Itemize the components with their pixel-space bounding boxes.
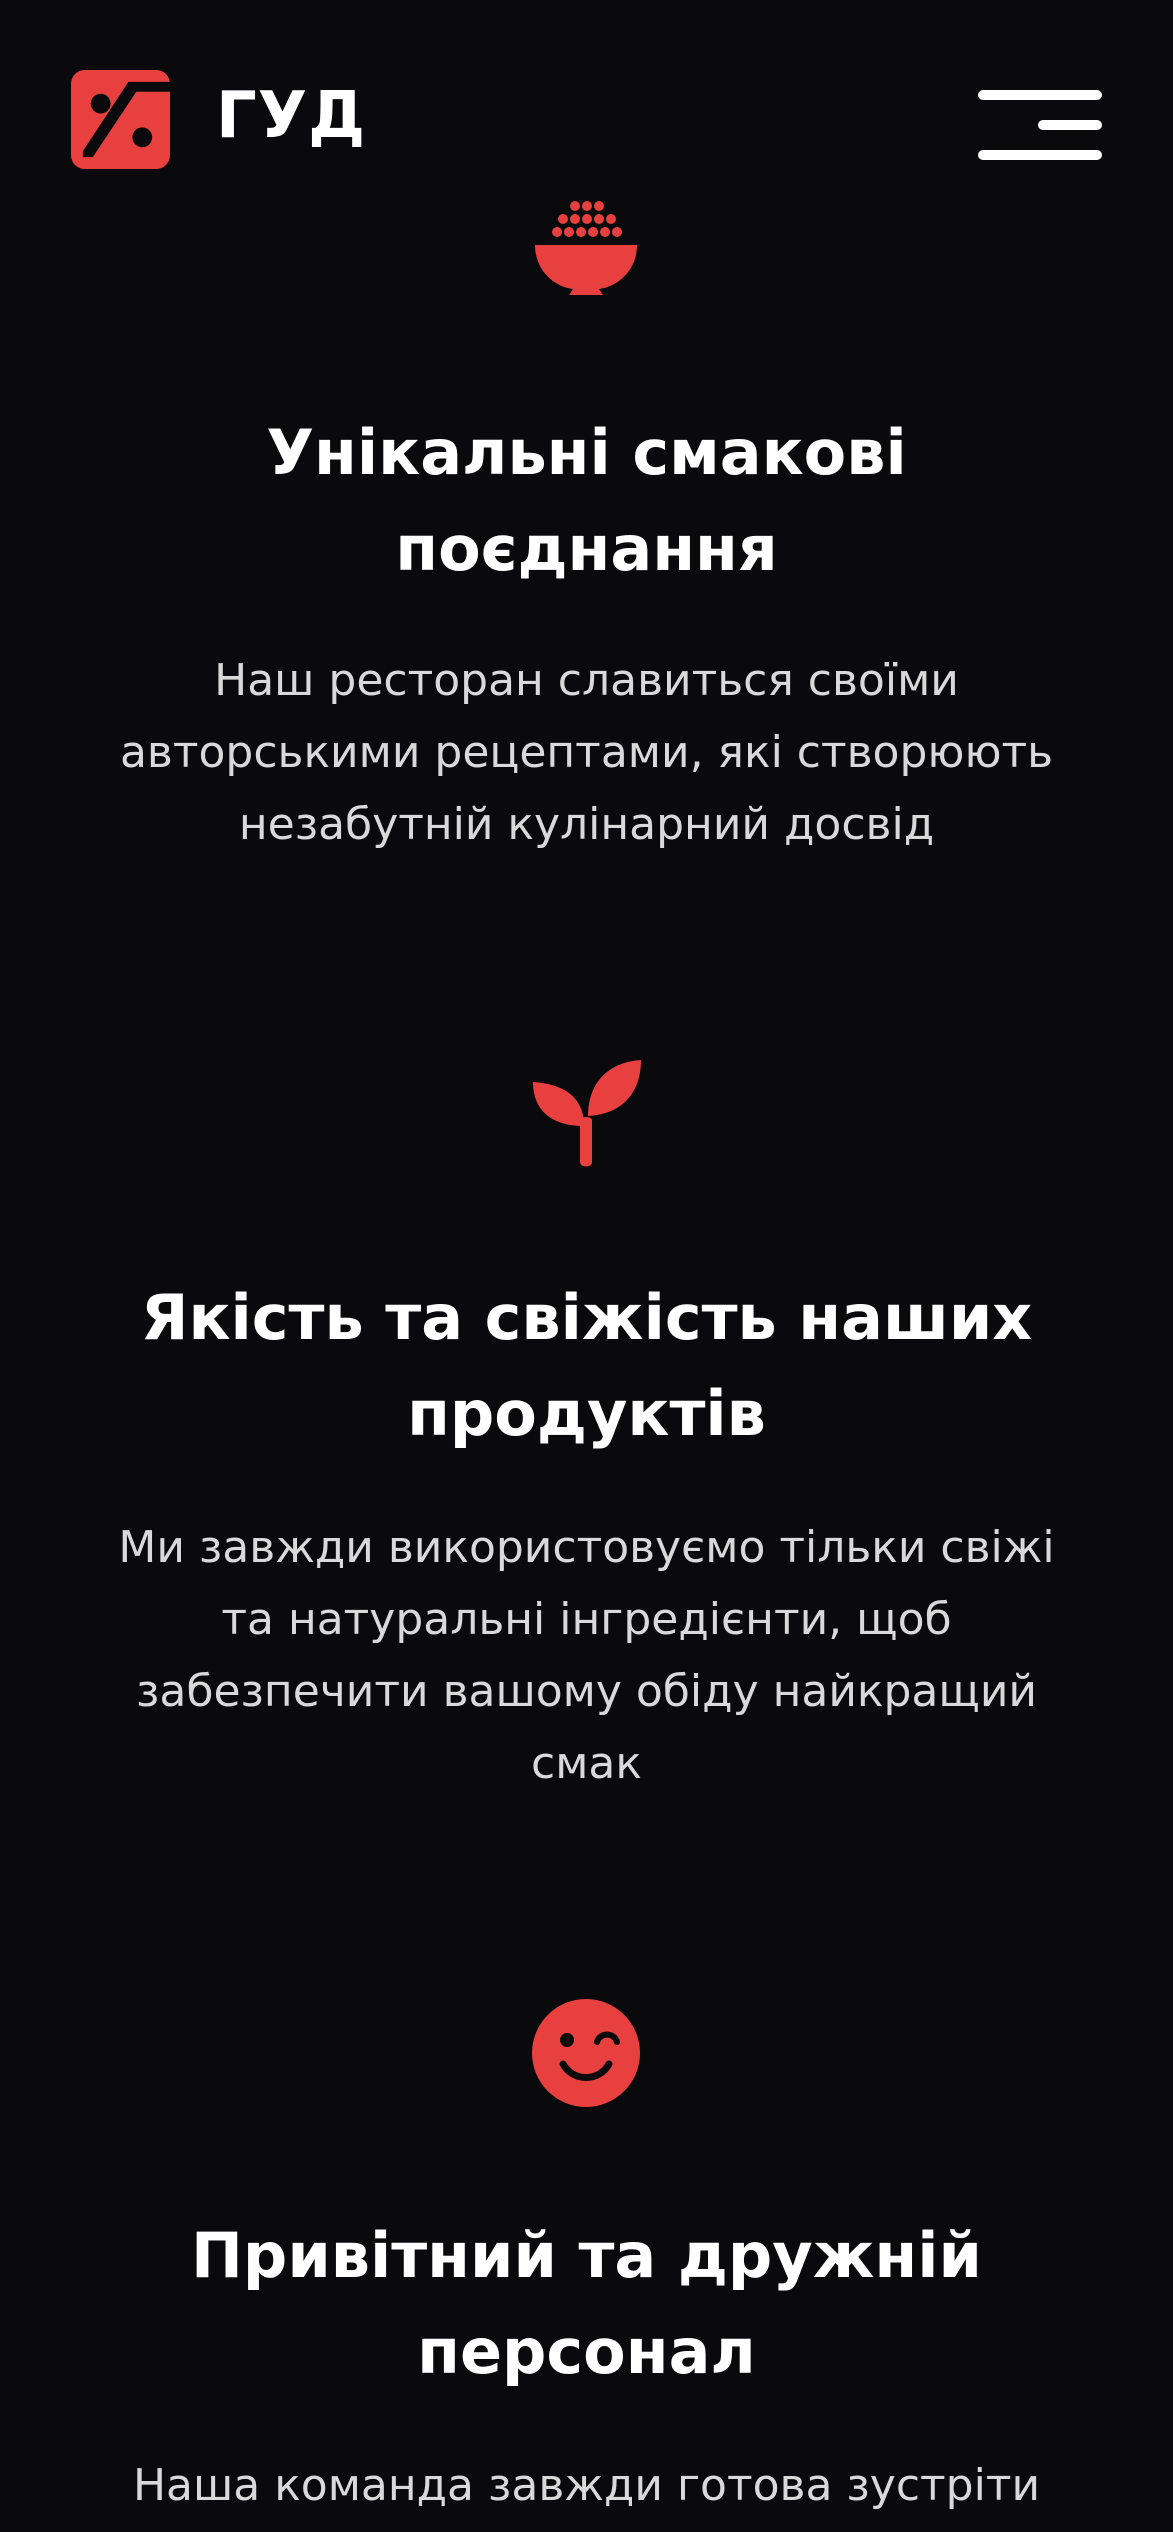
percent-logo-icon[interactable] bbox=[71, 70, 170, 169]
feature-title: Унікальні смакові поєднання bbox=[266, 416, 907, 585]
feature-title: Привітний та дружній персонал bbox=[191, 2219, 982, 2388]
site-header: ГУД bbox=[0, 0, 1173, 200]
menu-button[interactable] bbox=[978, 84, 1102, 164]
feature-title: Якість та свіжість наших продуктів bbox=[140, 1281, 1033, 1450]
sprout-icon bbox=[533, 1060, 641, 1167]
feature-description: Наша команда завжди готова зустріти bbox=[132, 2460, 1041, 2511]
feature-description: Наш ресторан славиться своїми авторським… bbox=[119, 655, 1054, 850]
hamburger-menu-icon bbox=[978, 90, 1102, 100]
feature-description: Ми завжди використовуємо тільки свіжі та… bbox=[118, 1522, 1055, 1789]
brand-name[interactable]: ГУД bbox=[216, 72, 366, 160]
rice-bowl-icon bbox=[535, 201, 637, 295]
wink-face-icon bbox=[532, 1999, 640, 2107]
